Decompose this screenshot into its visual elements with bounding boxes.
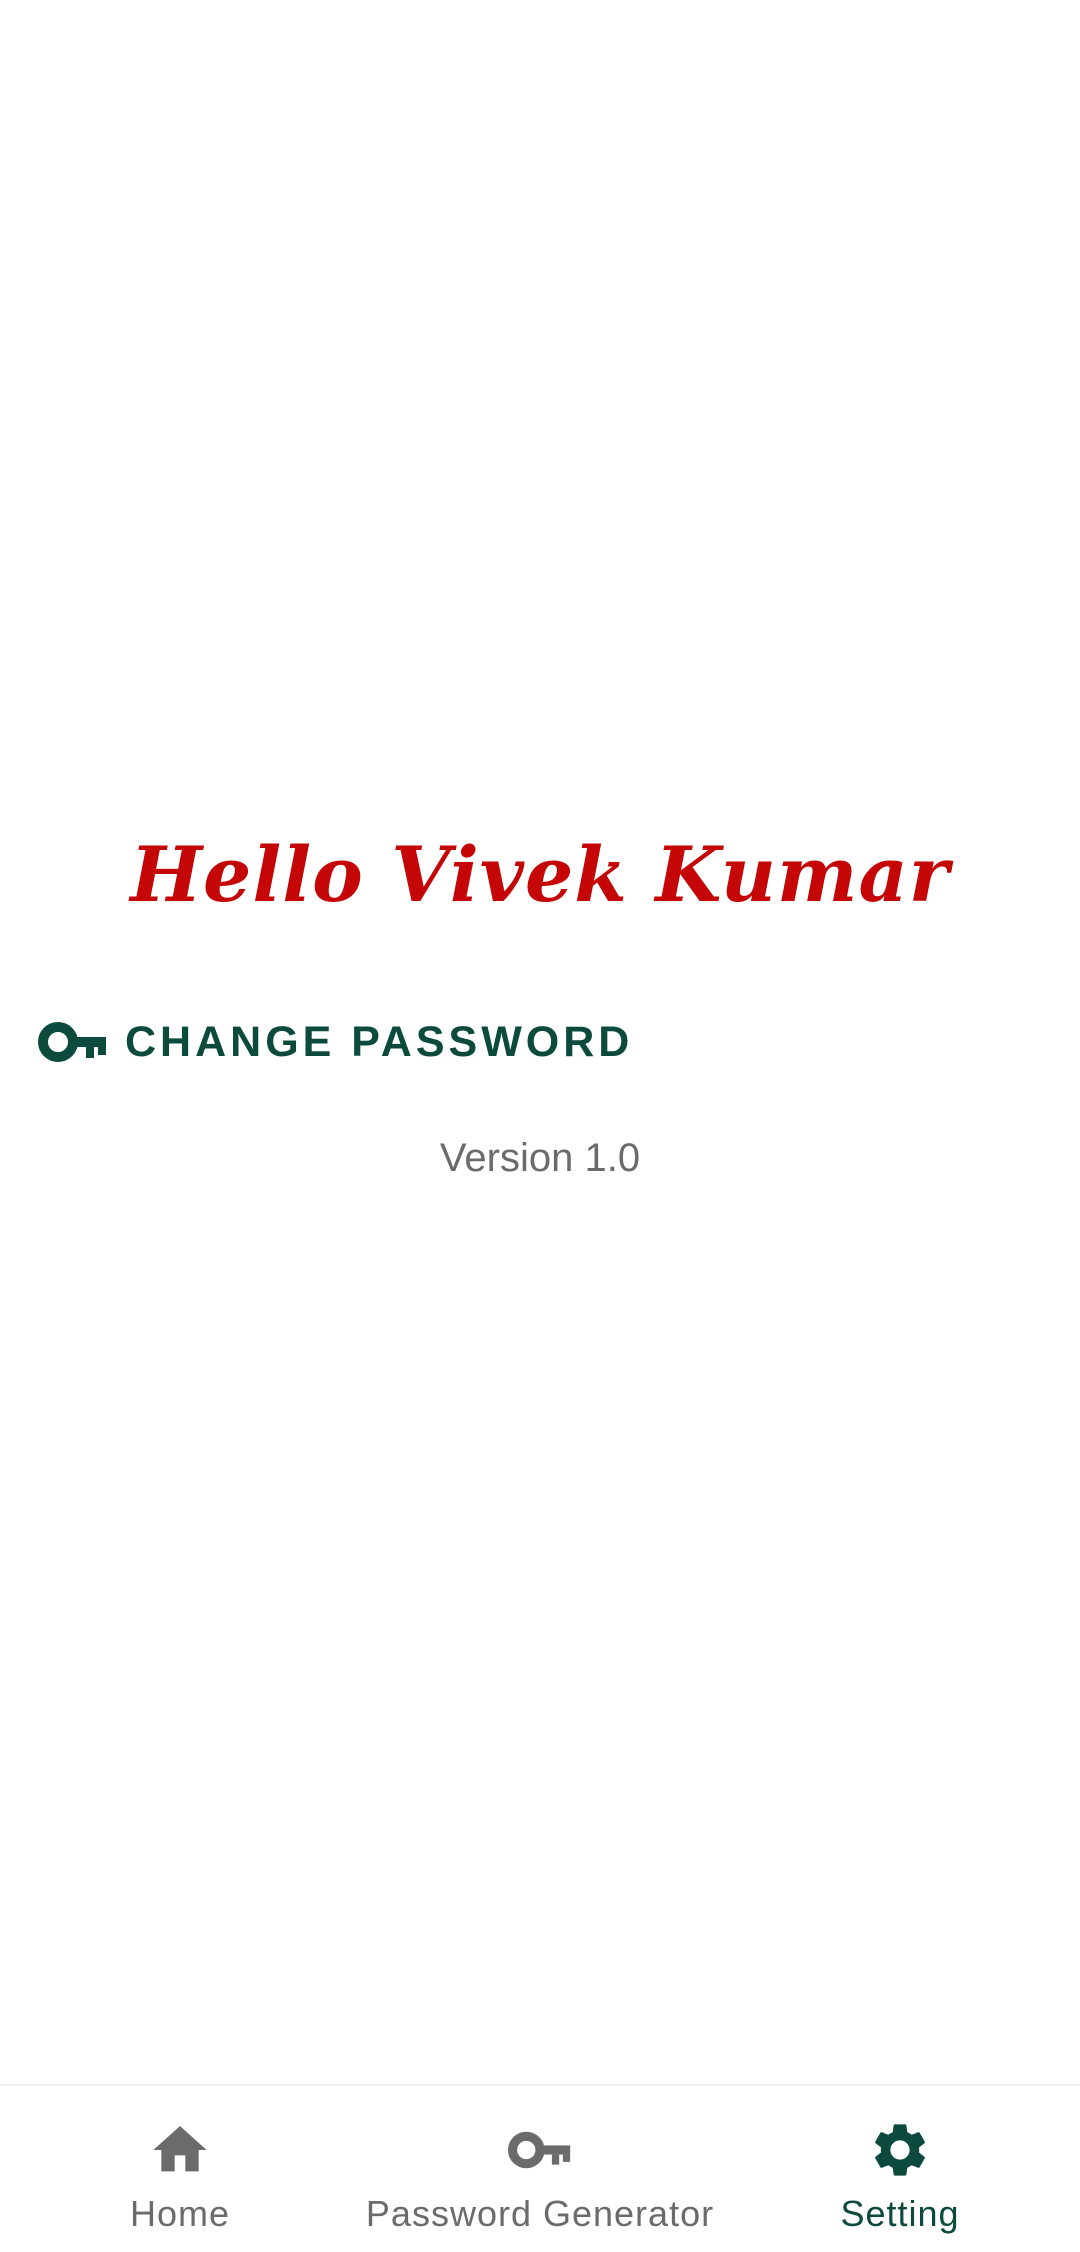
home-icon [148, 2118, 212, 2182]
bottom-navigation: Home Password Generator Setting [0, 2084, 1080, 2252]
nav-item-setting[interactable]: Setting [720, 2086, 1080, 2252]
nav-label-setting: Setting [840, 2193, 960, 2234]
nav-item-home[interactable]: Home [0, 2086, 360, 2252]
nav-item-password-generator[interactable]: Password Generator [360, 2086, 720, 2252]
key-icon [508, 2118, 572, 2182]
change-password-button[interactable]: CHANGE PASSWORD [38, 1008, 633, 1076]
nav-label-password-generator: Password Generator [365, 2193, 715, 2234]
key-icon [38, 1022, 108, 1062]
nav-label-home: Home [129, 2193, 231, 2234]
change-password-label: CHANGE PASSWORD [125, 1017, 634, 1066]
greeting-title: Hello Vivek Kumar [130, 830, 950, 919]
gear-icon [868, 2118, 932, 2182]
version-label: Version 1.0 [439, 1136, 641, 1180]
